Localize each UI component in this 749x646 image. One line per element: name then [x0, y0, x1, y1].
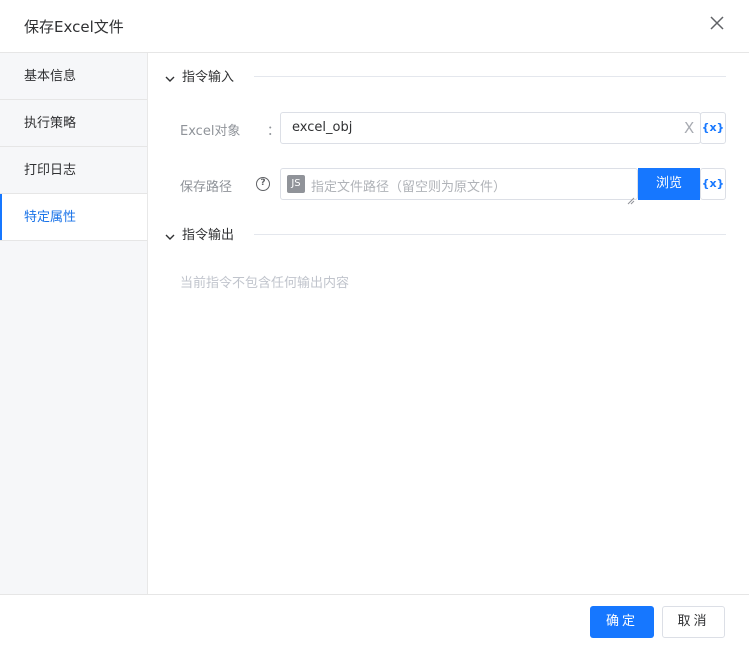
- help-circle-icon[interactable]: ?: [256, 177, 270, 191]
- excel-object-colon: ：: [267, 124, 281, 139]
- sidebar-item-basic-info[interactable]: 基本信息: [0, 53, 147, 100]
- chevron-down-icon[interactable]: [164, 228, 176, 240]
- sidebar: 基本信息 执行策略 打印日志 特定属性: [0, 53, 148, 594]
- save-path-label: 保存路径: [180, 180, 233, 195]
- excel-object-input[interactable]: excel_obj X: [280, 112, 701, 144]
- section-input-title: 指令输入: [182, 70, 235, 85]
- chevron-down-icon[interactable]: [164, 70, 176, 82]
- section-output-title: 指令输出: [182, 228, 235, 243]
- dialog-title: 保存Excel文件: [24, 18, 124, 36]
- js-badge-icon: JS: [287, 175, 305, 193]
- dialog-header: 保存Excel文件: [0, 0, 749, 53]
- save-excel-dialog: 保存Excel文件 基本信息 执行策略 打印日志 特定属性 指令输入 Excel…: [0, 0, 749, 646]
- divider: [254, 76, 726, 77]
- excel-object-label: Excel对象: [180, 124, 241, 139]
- clear-icon[interactable]: X: [684, 119, 694, 137]
- sidebar-item-execution-strategy[interactable]: 执行策略: [0, 100, 147, 147]
- excel-object-variable-button[interactable]: {x}: [700, 112, 726, 144]
- sidebar-item-print-log[interactable]: 打印日志: [0, 147, 147, 194]
- main-panel: 指令输入 Excel对象 ： excel_obj X {x} 保存路径 ? JS…: [148, 53, 749, 594]
- section-input-header[interactable]: 指令输入: [148, 64, 749, 90]
- cancel-button[interactable]: 取消: [662, 606, 725, 638]
- section-output-header[interactable]: 指令输出: [148, 222, 749, 248]
- sidebar-item-specific-properties[interactable]: 特定属性: [0, 194, 147, 241]
- close-icon[interactable]: [709, 15, 729, 37]
- save-path-placeholder: 指定文件路径（留空则为原文件）: [311, 180, 507, 195]
- save-path-variable-button[interactable]: {x}: [700, 168, 726, 200]
- excel-object-value: excel_obj: [292, 120, 353, 135]
- divider: [254, 234, 726, 235]
- output-empty-text: 当前指令不包含任何输出内容: [180, 276, 350, 291]
- browse-button[interactable]: 浏览: [638, 168, 700, 200]
- save-path-input[interactable]: JS 指定文件路径（留空则为原文件）: [280, 168, 638, 205]
- resize-handle-icon[interactable]: [627, 190, 635, 205]
- dialog-footer: 确定 取消: [0, 594, 749, 646]
- confirm-button[interactable]: 确定: [590, 606, 654, 638]
